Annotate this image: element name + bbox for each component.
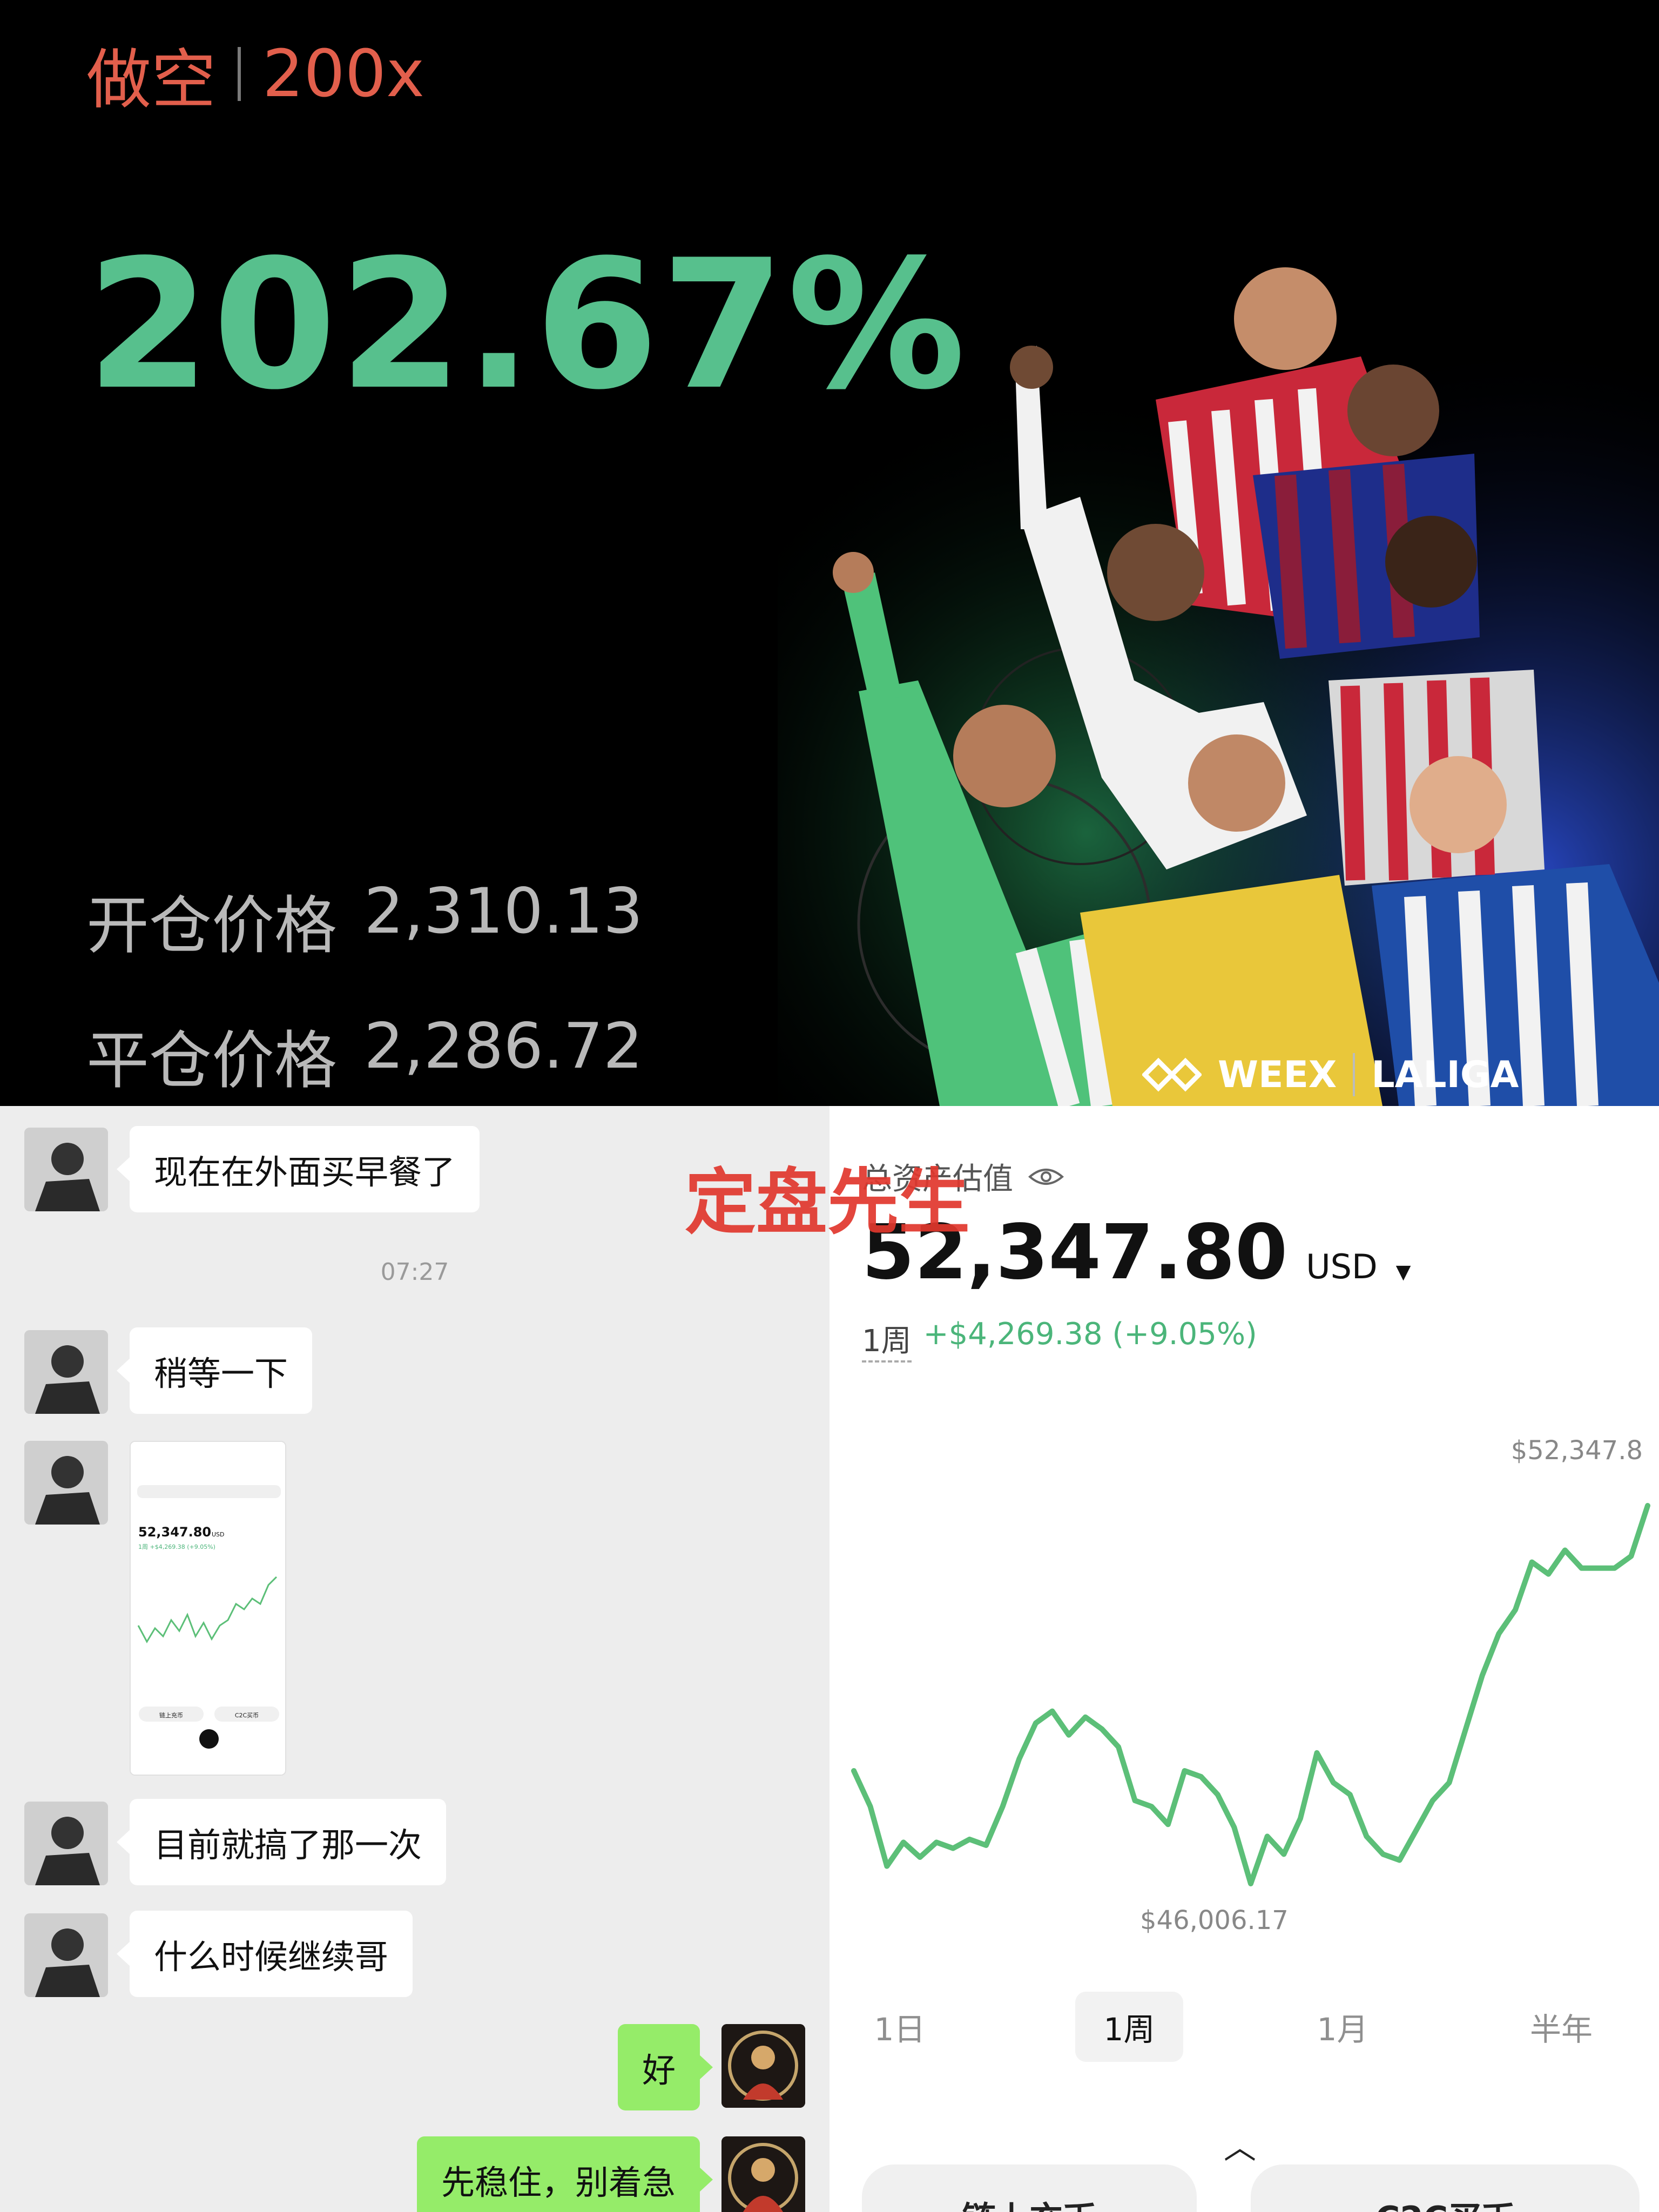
divider [238, 47, 241, 101]
period-tabs: 1日 1周 1月 半年 [830, 1992, 1659, 2078]
contact-avatar[interactable] [24, 1802, 108, 1885]
c2c-buy-button[interactable]: C2C买币 [1251, 2164, 1640, 2212]
thumb-change: 1周 +$4,269.38 (+9.05%) [138, 1543, 215, 1550]
tab-1d[interactable]: 1日 [862, 1992, 938, 2062]
contact-avatar[interactable] [24, 1330, 108, 1414]
period-change-value: +$4,269.38 (+9.05%) [923, 1317, 1257, 1352]
eye-icon[interactable] [1028, 1166, 1064, 1188]
close-price-row: 平仓价格 2,286.72 [86, 1010, 643, 1101]
my-avatar[interactable] [721, 2024, 805, 2108]
close-price-value: 2,286.72 [364, 1010, 643, 1083]
screenshot-image-message[interactable]: 52,347.80 USD 1周 +$4,269.38 (+9.05%) 链上充… [130, 1441, 286, 1776]
period-label[interactable]: 1周 [862, 1317, 912, 1363]
buddha-avatar-icon [721, 2024, 805, 2108]
chat-timestamp: 07:27 [380, 1258, 449, 1286]
trade-leverage: 200x [262, 36, 425, 112]
asset-line-chart[interactable] [851, 1484, 1650, 1916]
thumb-button-label: C2C买币 [235, 1712, 259, 1719]
contact-avatar[interactable] [24, 1128, 108, 1211]
thumb-asset-value: 52,347.80 [138, 1525, 211, 1540]
chat-message[interactable]: 什么时候继续哥 [116, 1911, 413, 1997]
chart-min-label: $46,006.17 [1140, 1905, 1289, 1936]
thumb-button-label: 链上充币 [159, 1711, 183, 1719]
chat-message[interactable]: 稍等一下 [116, 1327, 313, 1414]
trade-side: 做空 [86, 43, 216, 118]
open-price-value: 2,310.13 [364, 875, 643, 948]
period-change-row: 1周 +$4,269.38 (+9.05%) [862, 1317, 1257, 1363]
close-price-label: 平仓价格 [86, 1024, 337, 1097]
tab-1m[interactable]: 1月 [1305, 1992, 1380, 2062]
chat-message[interactable]: 现在在外面买早餐了 [116, 1126, 480, 1212]
trade-header: 做空 200x [86, 27, 424, 121]
open-price-label: 开仓价格 [86, 889, 337, 962]
tab-6m[interactable]: 半年 [1513, 1992, 1610, 2062]
chat-message[interactable]: 目前就搞了那一次 [116, 1799, 447, 1885]
contact-avatar[interactable] [24, 1913, 108, 1997]
tab-1w[interactable]: 1周 [1075, 1992, 1183, 2062]
chart-max-label: $52,347.8 [1510, 1435, 1643, 1466]
person-icon [24, 1330, 108, 1414]
caret-down-icon[interactable]: ▼ [1396, 1261, 1411, 1283]
divider [1353, 1053, 1355, 1096]
person-icon [24, 1441, 108, 1525]
wallet-panel: 总资产估值 52,347.80 USD ▼ 1周 +$4,269.38 (+9.… [830, 1106, 1659, 2212]
football-players-artwork [778, 194, 1659, 1106]
open-price-row: 开仓价格 2,310.13 [86, 875, 643, 966]
weex-logo-icon [1142, 1057, 1202, 1092]
laliga-wordmark: LALIGA [1371, 1053, 1519, 1096]
thumb-currency: USD [212, 1531, 225, 1538]
brand-logos: WEEX LALIGA [1142, 1053, 1519, 1096]
chat-panel: 现在在外面买早餐了 07:27 稍等一下 52,347.80 USD 1周 +$… [0, 1106, 830, 2212]
watermark-text: 定盘先生 [685, 1161, 970, 1244]
chat-message-outgoing[interactable]: 好 [617, 2024, 713, 2110]
trade-share-card: 做空 200x 202.67% 开仓价格 2,310.13 平仓价格 2,286… [0, 0, 1659, 1106]
chat-message-outgoing[interactable]: 先稳住，别着急 [416, 2136, 713, 2212]
person-icon [24, 1913, 108, 1997]
chevron-up-icon[interactable]: ︿ [1224, 2121, 1256, 2168]
chart-series-line [851, 1503, 1650, 1886]
deposit-button[interactable]: 链上充币 [862, 2164, 1197, 2212]
my-avatar[interactable] [721, 2136, 805, 2212]
weex-wordmark: WEEX [1218, 1053, 1337, 1096]
buddha-avatar-icon [721, 2136, 805, 2212]
person-icon [24, 1128, 108, 1211]
wallet-screenshot-thumbnail: 52,347.80 USD 1周 +$4,269.38 (+9.05%) 链上充… [131, 1442, 285, 1775]
contact-avatar[interactable] [24, 1441, 108, 1525]
person-icon [24, 1802, 108, 1885]
currency-selector[interactable]: USD [1306, 1247, 1377, 1286]
